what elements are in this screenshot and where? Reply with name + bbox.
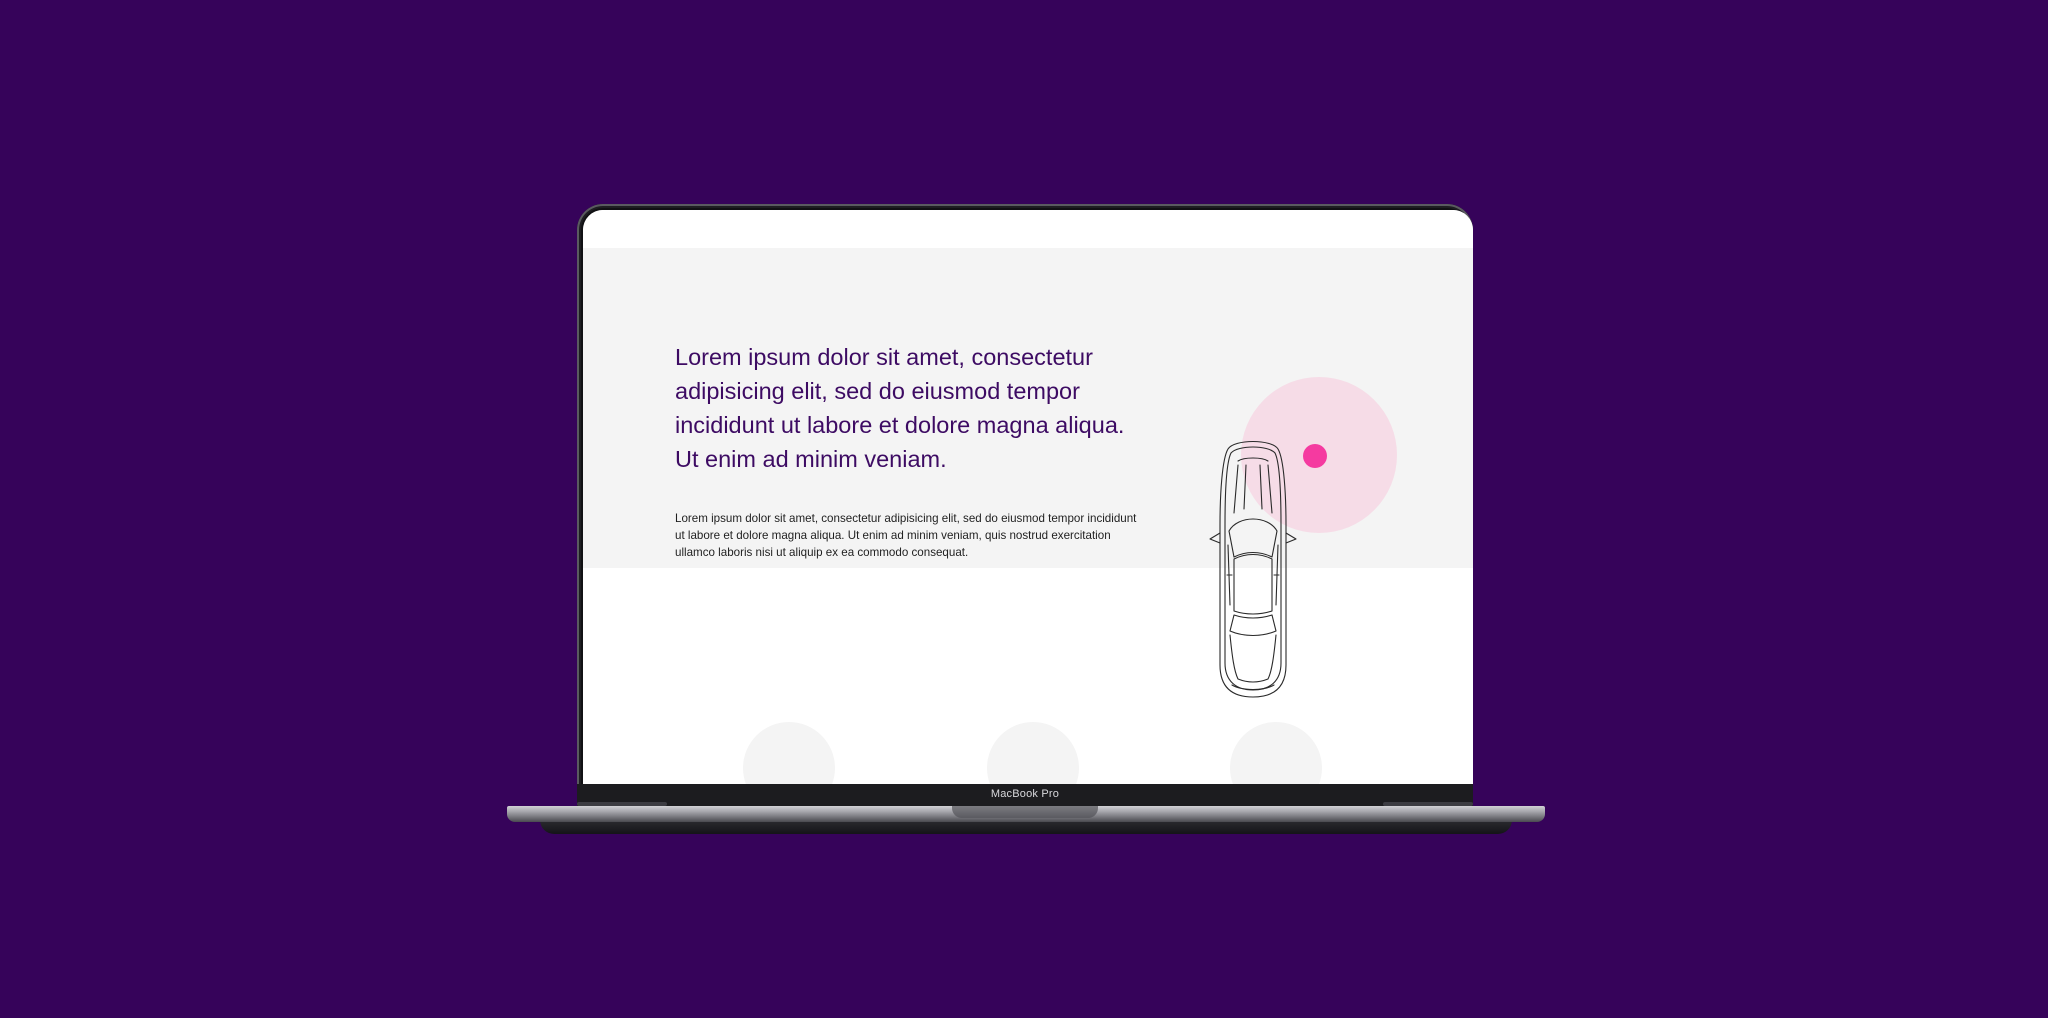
laptop-chin: MacBook Pro [577,784,1473,806]
feature-circle-2 [987,722,1079,784]
laptop-opening-notch [952,806,1098,818]
feature-circle-1 [743,722,835,784]
feature-circle-3 [1230,722,1322,784]
hero-headline: Lorem ipsum dolor sit amet, consectetur … [675,344,1125,472]
laptop-screen: Lorem ipsum dolor sit amet, consectetur … [583,210,1473,784]
page-top-bar [583,210,1473,248]
model-label: MacBook Pro [990,788,1060,800]
hero-body-text: Lorem ipsum dolor sit amet, consectetur … [675,512,1137,559]
presentation-stage: Lorem ipsum dolor sit amet, consectetur … [0,0,2048,1018]
location-marker [1303,444,1327,468]
laptop-base-shadow [540,820,1512,834]
car-top-view-icon [1209,440,1297,698]
